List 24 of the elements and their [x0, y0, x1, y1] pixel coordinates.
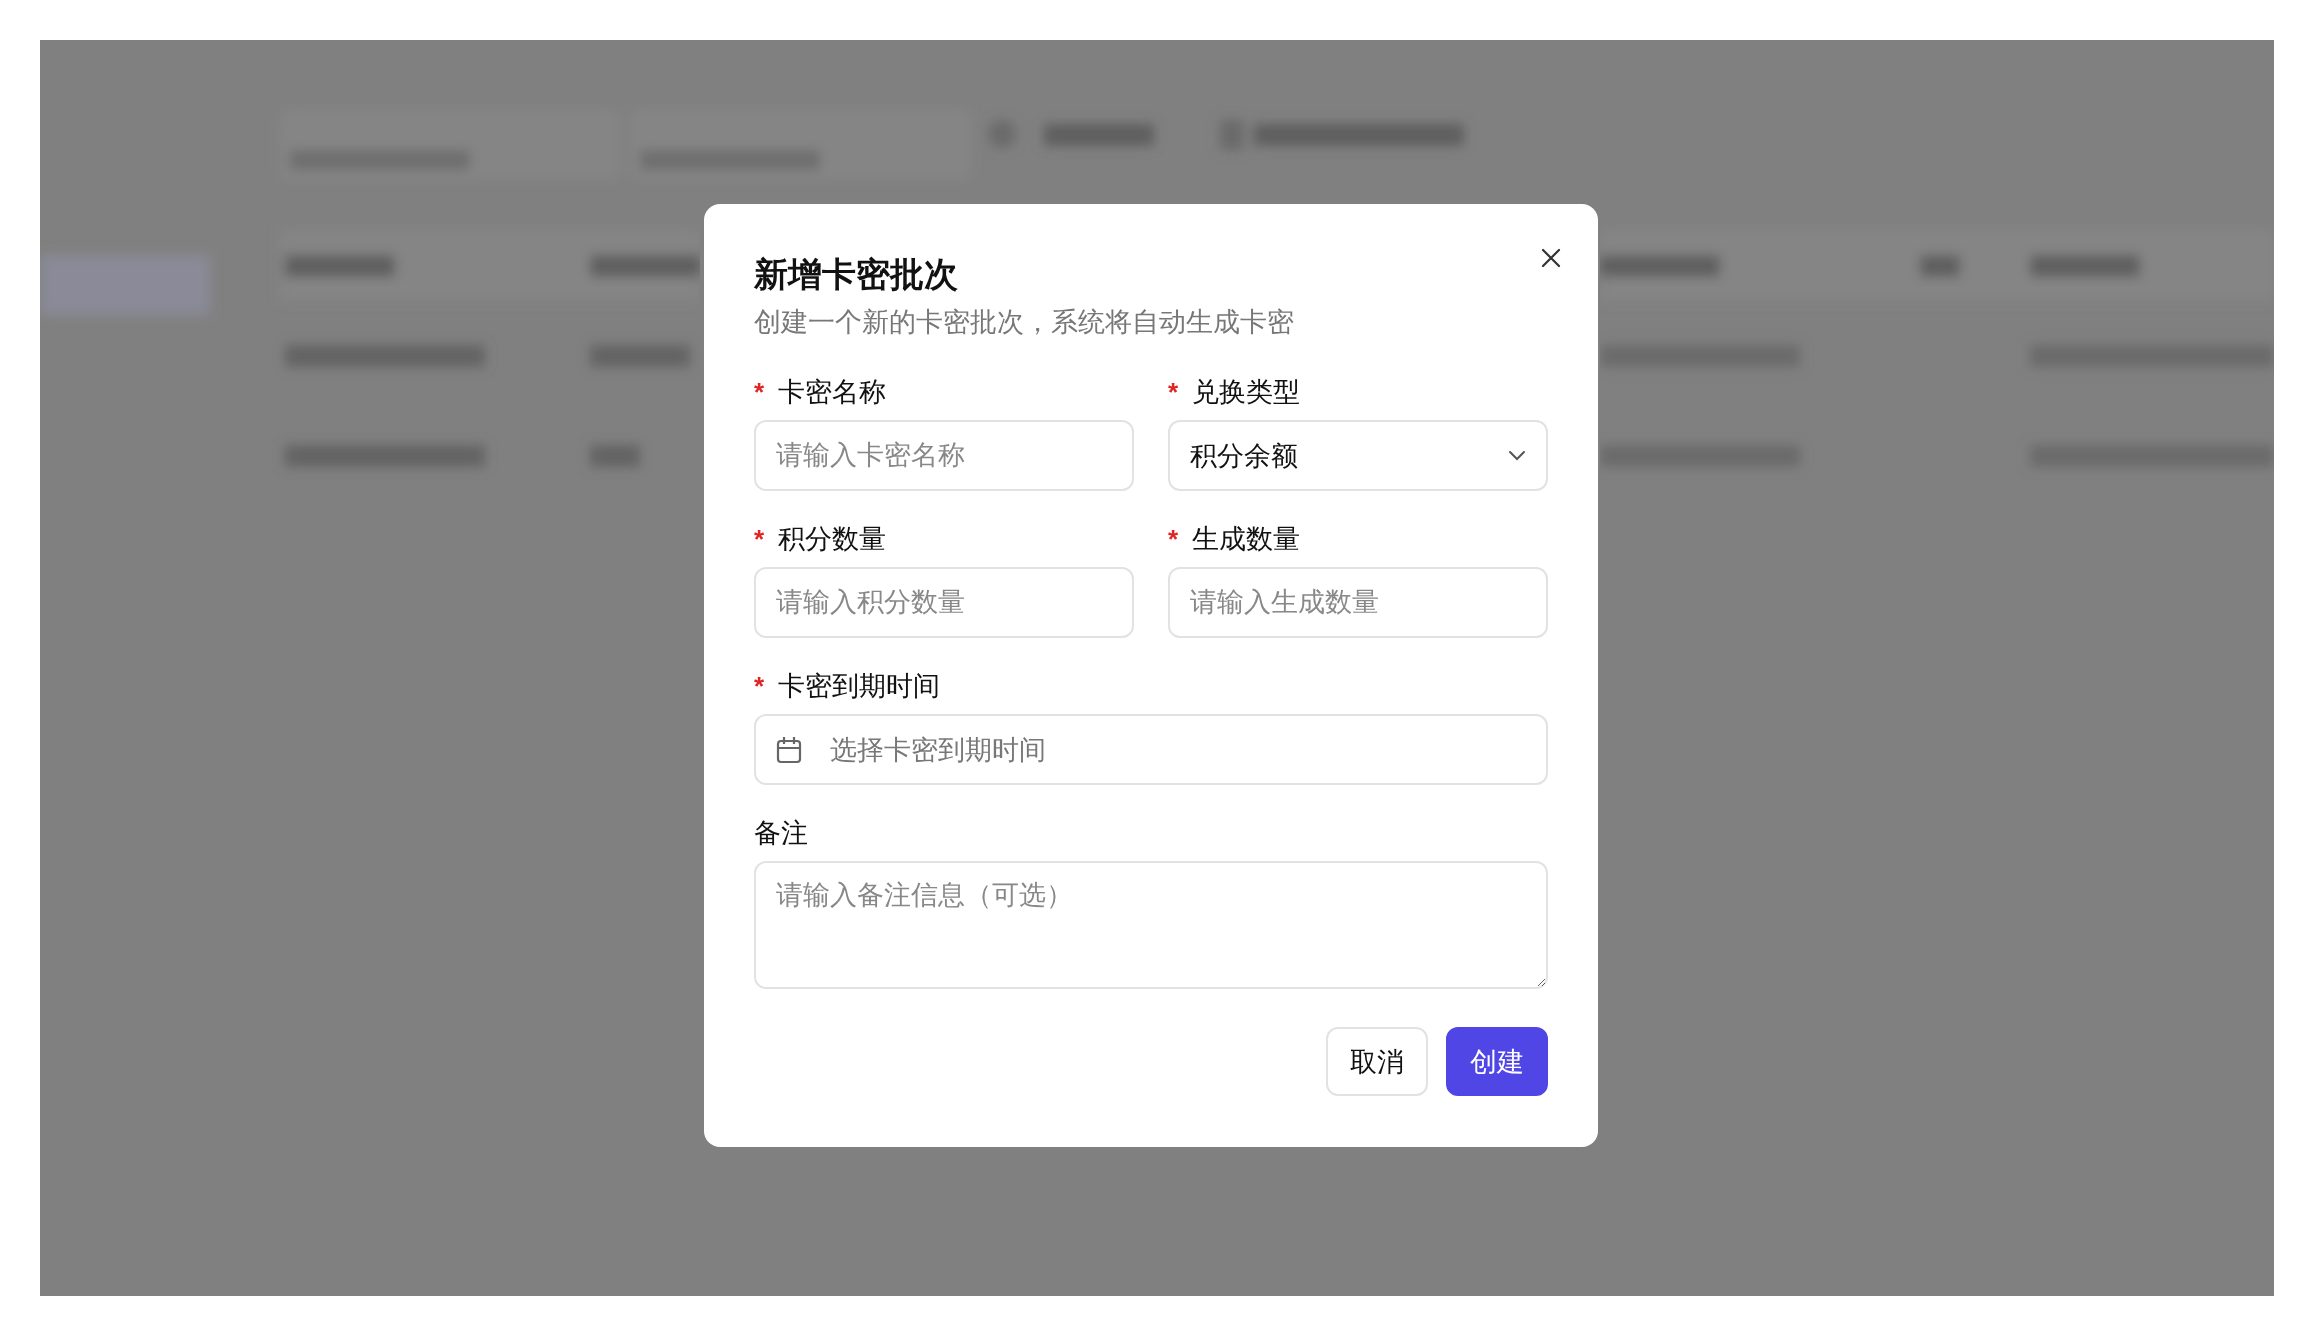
- required-mark: *: [754, 670, 765, 702]
- input-field[interactable]: 请输入生成数量: [1168, 567, 1548, 638]
- input-field[interactable]: 请输入卡密名称: [754, 420, 1134, 491]
- field-label: 卡密到期时间: [778, 670, 941, 703]
- dialog-title: 新增卡密批次: [754, 254, 959, 295]
- required-mark: *: [1168, 523, 1179, 555]
- date-field[interactable]: 选择卡密到期时间: [754, 714, 1548, 785]
- text-area[interactable]: 请输入备注信息（可选）: [754, 861, 1548, 989]
- field-label: 生成数量: [1192, 523, 1301, 556]
- cancel-button[interactable]: 取消: [1326, 1027, 1428, 1096]
- select-field[interactable]: 积分余额: [1168, 420, 1548, 491]
- calendar-icon: [776, 735, 802, 764]
- field-label: 卡密名称: [778, 376, 887, 409]
- required-mark: *: [754, 376, 765, 408]
- field-label: 兑换类型: [1192, 376, 1301, 409]
- input-field[interactable]: 请输入积分数量: [754, 567, 1134, 638]
- close-icon[interactable]: [1540, 247, 1562, 269]
- chevron-down-icon: [1508, 450, 1526, 461]
- dialog-subtitle: 创建一个新的卡密批次，系统将自动生成卡密: [754, 306, 1295, 339]
- field-label: 积分数量: [778, 523, 887, 556]
- field-label: 备注: [754, 817, 808, 850]
- required-mark: *: [1168, 376, 1179, 408]
- create-button[interactable]: 创建: [1446, 1027, 1548, 1096]
- required-mark: *: [754, 523, 765, 555]
